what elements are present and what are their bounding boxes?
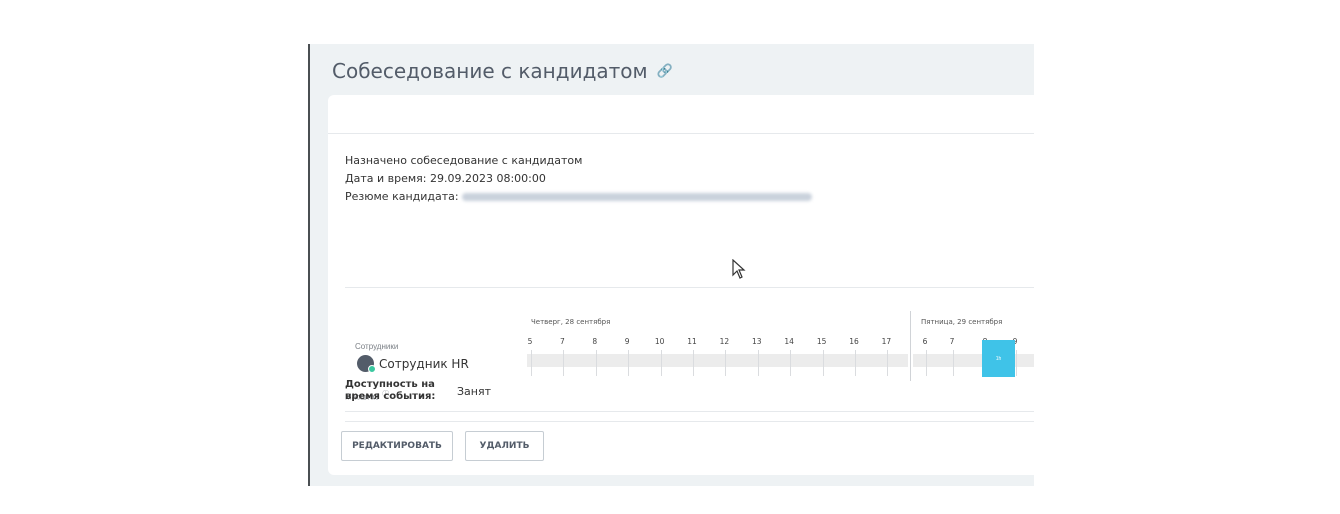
divider xyxy=(345,421,1034,422)
hour-gridline xyxy=(725,350,727,376)
hour-gridline xyxy=(563,350,565,376)
mouse-cursor-icon xyxy=(732,259,746,279)
hour-gridline xyxy=(887,350,889,376)
event-block[interactable]: 1h xyxy=(982,340,1015,377)
resume-label: Резюме кандидата: xyxy=(345,190,459,203)
hour-label: 12 xyxy=(719,337,730,346)
description-line-1: Назначено собеседование с кандидатом xyxy=(345,154,583,167)
avatar xyxy=(357,355,376,373)
hour-label: 14 xyxy=(784,337,794,346)
availability-value: Занят xyxy=(457,384,492,398)
employee-name: Сотрудник HR xyxy=(379,356,469,371)
hour-label: 15 xyxy=(816,337,827,346)
hour-label: 11 xyxy=(687,337,697,346)
hour-gridline xyxy=(660,350,662,376)
resume-link-blurred[interactable] xyxy=(461,193,812,201)
hour-label: 13 xyxy=(752,337,762,346)
hour-gridline xyxy=(1016,350,1017,376)
link-icon[interactable]: 🔗 xyxy=(657,63,673,79)
availability-label-line-2: время события: xyxy=(345,391,436,402)
day-label: Четверг, 28 сентября xyxy=(531,318,611,326)
hour-label: 7 xyxy=(949,337,955,346)
hour-gridline xyxy=(531,350,532,376)
hour-gridline xyxy=(628,350,630,376)
hour-gridline xyxy=(926,350,927,376)
title-row: Собеседование с кандидатом 🔗 xyxy=(332,56,673,86)
hour-gridline xyxy=(953,350,954,376)
hour-label: 5 xyxy=(527,337,533,346)
divider xyxy=(345,411,1034,412)
availability-label: Доступность на время события: xyxy=(345,379,445,403)
description-line-3: Резюме кандидата: xyxy=(345,188,812,206)
timeline-track[interactable] xyxy=(527,354,908,367)
card-header xyxy=(328,95,1034,134)
hour-label: 9 xyxy=(624,337,630,346)
hour-label: 10 xyxy=(654,337,665,346)
hour-gridline xyxy=(790,350,792,376)
day-label: Пятница, 29 сентября xyxy=(921,318,1003,326)
hour-gridline xyxy=(693,350,694,376)
hour-label: 17 xyxy=(881,337,892,346)
divider xyxy=(345,287,1034,288)
hour-label: 8 xyxy=(592,337,598,346)
employees-label: Сотрудники xyxy=(355,342,399,351)
hour-gridline xyxy=(822,350,824,376)
availability-label-line-1: Доступность на xyxy=(345,379,435,390)
hour-gridline xyxy=(757,350,759,376)
hour-gridline xyxy=(855,350,856,376)
event-window: Собеседование с кандидатом 🔗 Назначено с… xyxy=(308,44,1034,486)
event-description: Назначено собеседование с кандидатом Дат… xyxy=(345,152,812,206)
hour-label: 16 xyxy=(849,337,859,346)
employee-row[interactable]: Сотрудник HR xyxy=(357,355,469,373)
delete-button[interactable]: УДАЛИТЬ xyxy=(465,431,544,461)
hour-label: 7 xyxy=(560,337,565,346)
hour-label: 6 xyxy=(922,337,928,346)
event-card: Назначено собеседование с кандидатом Дат… xyxy=(328,95,1034,475)
availability-row: Доступность на время события: Занят xyxy=(345,379,491,403)
hour-gridline xyxy=(595,350,597,376)
page-title: Собеседование с кандидатом xyxy=(332,59,648,83)
edit-button[interactable]: РЕДАКТИРОВАТЬ xyxy=(341,431,453,461)
day-divider xyxy=(910,311,911,381)
description-line-2: Дата и время: 29.09.2023 08:00:00 xyxy=(345,172,546,185)
